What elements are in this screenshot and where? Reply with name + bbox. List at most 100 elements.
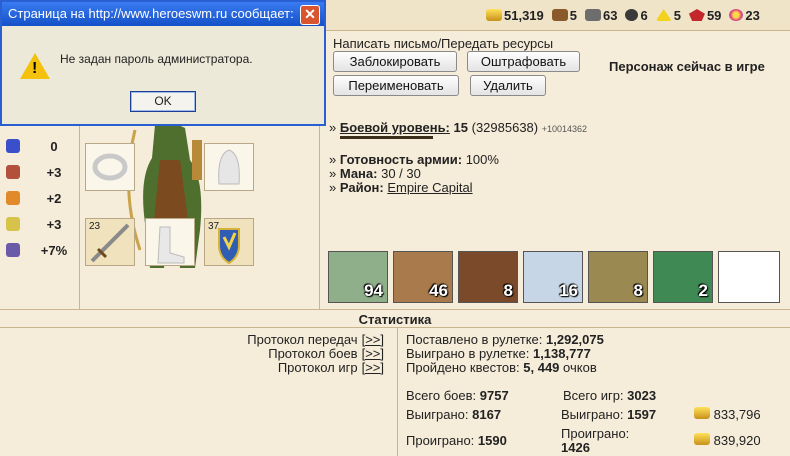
stat-value: +7% — [40, 242, 68, 258]
lost-gold: 839,920 — [694, 433, 761, 448]
stat-value: +2 — [46, 190, 62, 206]
spellbook-icon — [6, 165, 20, 179]
gems-icon — [729, 9, 744, 21]
minotaur-creature[interactable]: 8 — [458, 251, 518, 303]
resource-ore: 63 — [585, 8, 617, 23]
stat-value: +3 — [46, 164, 62, 180]
stat-row: +3 — [6, 211, 76, 237]
rainbow-icon — [6, 191, 20, 205]
weapon-slot[interactable]: 23 — [85, 218, 135, 266]
battles-total: Всего боев: 9757 — [406, 388, 509, 403]
elf-creature[interactable]: 94 — [328, 251, 388, 303]
druid-creature[interactable]: 46 — [393, 251, 453, 303]
shield-slot[interactable]: 37 — [204, 218, 254, 266]
dialog-title: Страница на http://www.heroeswm.ru сообщ… — [2, 2, 324, 26]
close-button[interactable]: ✕ — [300, 5, 320, 25]
lost-label: Проиграно: — [406, 433, 475, 448]
quests-unit: очков — [563, 360, 597, 375]
resource-gems: 23 — [729, 8, 760, 23]
divider — [79, 126, 80, 310]
mail-link[interactable]: Написать письмо/Передать ресурсы — [333, 36, 553, 51]
ring-icon — [92, 153, 128, 181]
protocol-label: Протокол боев — [268, 346, 358, 361]
gold-icon — [694, 433, 710, 445]
divider — [0, 309, 790, 310]
ok-button[interactable]: OK — [130, 91, 196, 112]
protocol-link[interactable]: [>>] — [362, 346, 384, 361]
sulfur-icon — [655, 9, 672, 21]
stat-row: +2 — [6, 185, 76, 211]
resource-value: 63 — [603, 7, 618, 23]
army-value: 100% — [465, 152, 499, 167]
rename-button[interactable]: Переименовать — [333, 75, 459, 96]
shield-durability: 37 — [208, 221, 220, 232]
battles-won: Выиграно: 8167 — [406, 407, 501, 422]
resource-value: 5 — [673, 7, 681, 23]
cloak-slot[interactable] — [204, 143, 254, 191]
protocol-row: Протокол передач [>>] — [200, 333, 384, 347]
stat-row: +7% — [6, 237, 76, 263]
weapon-durability: 23 — [89, 221, 101, 232]
won-label: Выиграно: — [406, 407, 469, 422]
won-gold: 833,796 — [694, 407, 761, 422]
creature-count: 16 — [559, 281, 578, 300]
ore-icon — [585, 9, 601, 21]
resource-value: 5 — [569, 7, 577, 23]
protocol-row: Протокол боев [>>] — [200, 347, 384, 361]
resource-sulfur: 5 — [655, 7, 681, 23]
exp-delta: +10014362 — [541, 124, 588, 134]
won-games-label: Выиграно: — [561, 407, 624, 422]
creature-count: 46 — [429, 281, 448, 300]
crystal-icon — [688, 9, 705, 21]
mercury-icon — [625, 9, 639, 21]
resource-crystal: 59 — [688, 7, 722, 23]
roulette-won-label: Выиграно в рулетке: — [406, 346, 530, 361]
quests-value: 5, 449 — [523, 360, 560, 375]
dialog-message: Не задан пароль администратора. — [60, 52, 253, 66]
char-info: » Готовность армии: 100% » Мана: 30 / 30… — [329, 152, 499, 195]
divider — [0, 327, 790, 328]
protocol-label: Протокол передач — [247, 332, 358, 347]
stat-value: +3 — [46, 216, 62, 232]
resource-value: 59 — [706, 7, 722, 23]
exp-value: (32985638) — [471, 120, 539, 135]
roulette-won: 1,138,777 — [532, 346, 591, 361]
ring-slot[interactable] — [85, 143, 135, 191]
unicorn-creature[interactable]: 16 — [523, 251, 583, 303]
wings-icon — [6, 217, 20, 231]
won-games: 1597 — [627, 407, 657, 422]
mana-value: 30 / 30 — [381, 166, 421, 181]
district-link[interactable]: Empire Capital — [387, 180, 472, 195]
boots-slot[interactable] — [145, 218, 195, 266]
district-label: Район: — [339, 180, 384, 195]
games-label: Всего игр: — [563, 388, 624, 403]
fine-button[interactable]: Оштрафовать — [467, 51, 580, 72]
army-label: Готовность армии: — [339, 152, 463, 167]
block-button[interactable]: Заблокировать — [333, 51, 457, 72]
wood-icon — [551, 9, 568, 21]
games-total: Всего игр: 3023 — [563, 388, 656, 403]
roulette-bet-label: Поставлено в рулетке: — [406, 332, 543, 347]
divider — [397, 327, 398, 456]
potion-icon — [6, 243, 20, 257]
cloak-icon — [218, 149, 240, 185]
level-value: 15 — [453, 120, 468, 135]
won-battles: 8167 — [472, 407, 502, 422]
protocol-label: Протокол игр — [277, 360, 358, 375]
statistics-title: Статистика — [358, 312, 432, 327]
roulette-stats: Поставлено в рулетке: 1,292,075 Выиграно… — [406, 333, 604, 375]
warning-mark: ! — [32, 60, 38, 77]
roulette-bet: 1,292,075 — [546, 332, 604, 347]
delete-button[interactable]: Удалить — [470, 75, 546, 96]
battles-value: 9757 — [479, 388, 509, 403]
mana-label: Мана: — [339, 166, 378, 181]
treant-creature[interactable]: 8 — [588, 251, 648, 303]
empty-slot[interactable] — [718, 251, 780, 303]
dragon-creature[interactable]: 2 — [653, 251, 713, 303]
creature-count: 8 — [503, 281, 513, 300]
won-gold-value: 833,796 — [713, 407, 761, 422]
protocol-link[interactable]: [>>] — [362, 332, 384, 347]
protocol-link[interactable]: [>>] — [362, 360, 384, 375]
gold-icon — [694, 407, 710, 419]
resource-value: 51,319 — [504, 7, 544, 23]
